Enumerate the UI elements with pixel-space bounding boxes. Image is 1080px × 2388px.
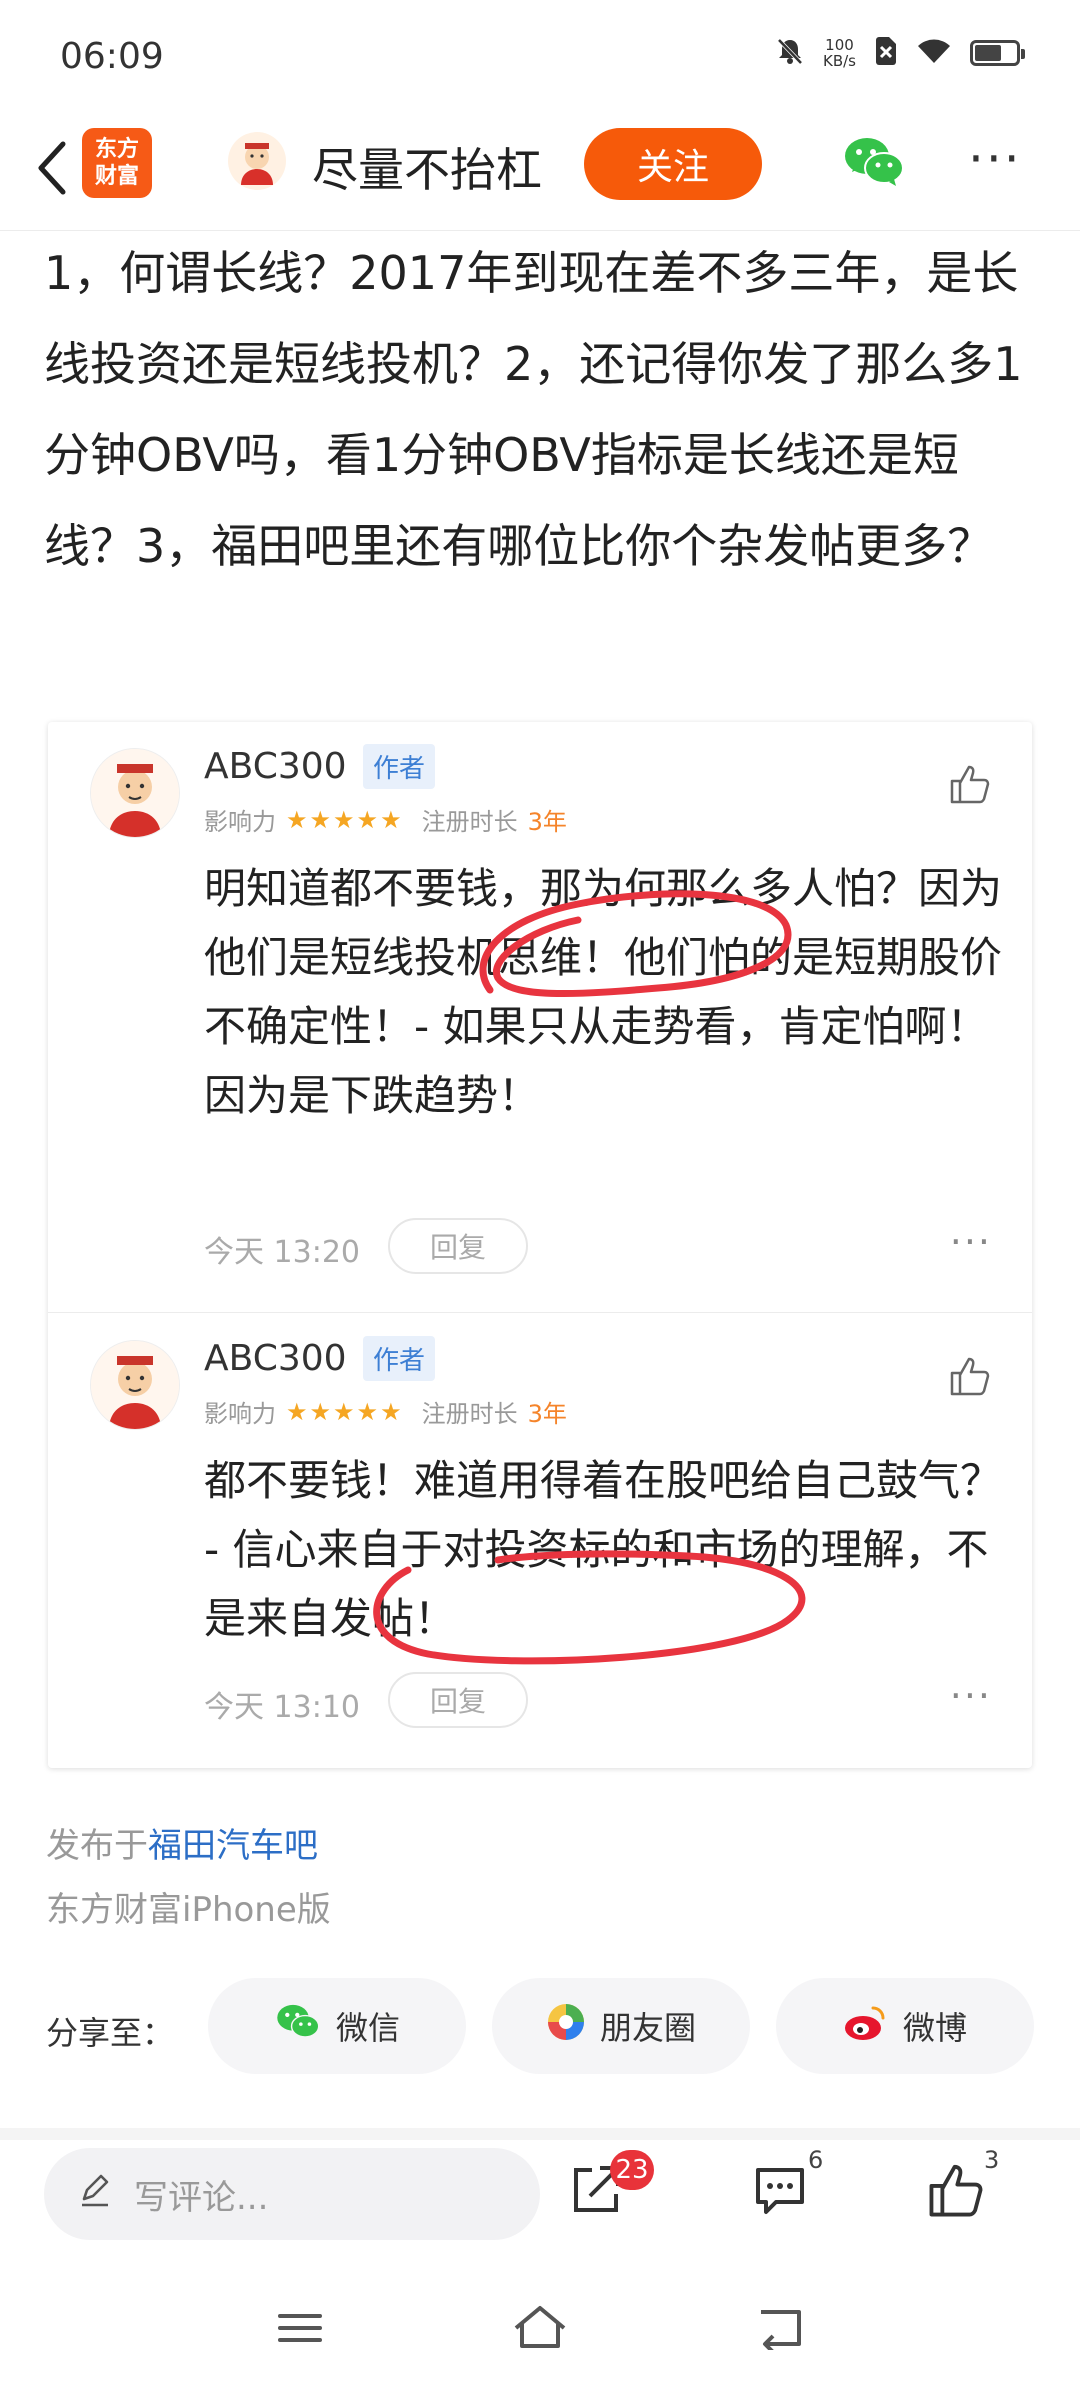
share-wechat-button[interactable]: 微信 bbox=[208, 1978, 466, 2074]
avatar[interactable] bbox=[90, 748, 180, 838]
author-badge: 作者 bbox=[363, 1336, 436, 1381]
follow-button[interactable]: 关注 bbox=[584, 128, 762, 200]
menu-nav-button[interactable] bbox=[260, 2290, 340, 2370]
comment-text: 都不要钱！难道用得着在股吧给自己鼓气？ - 信心来自于对投资标的和市场的理解，不… bbox=[204, 1456, 1003, 1643]
comment-count: 6 bbox=[808, 2146, 824, 2174]
divider bbox=[0, 2128, 1080, 2140]
mute-bell-icon bbox=[775, 36, 805, 70]
bottom-action-bar: 写评论... 23 6 3 bbox=[0, 2140, 1080, 2252]
comment-more-icon[interactable]: ··· bbox=[950, 1674, 992, 1718]
commenter-name[interactable]: ABC300 bbox=[204, 746, 347, 787]
reply-button[interactable]: 回复 bbox=[388, 1672, 528, 1728]
back-icon bbox=[755, 2306, 805, 2354]
forward-button[interactable]: 23 bbox=[566, 2150, 654, 2232]
influence-stars: ★★★★★ bbox=[286, 805, 404, 834]
reg-value: 3年 bbox=[527, 808, 567, 836]
client-info: 东方财富iPhone版 bbox=[46, 1890, 331, 1930]
battery-icon bbox=[970, 40, 1025, 66]
app-logo[interactable]: 东方 财富 bbox=[82, 128, 152, 198]
forward-count-badge: 23 bbox=[610, 2150, 654, 2190]
commenter-meta: 影响力 ★★★★★ 注册时长 3年 bbox=[204, 1394, 567, 1429]
author-badge: 作者 bbox=[363, 744, 436, 789]
comment-text: 明知道都不要钱，那为何那么多人怕？因为他们是短线投机思维！他们怕的是短期股价不确… bbox=[204, 864, 1003, 1120]
home-icon bbox=[512, 2304, 568, 2356]
more-icon[interactable]: ··· bbox=[968, 130, 1022, 188]
quoted-comment: ABC300 作者 影响力 ★★★★★ 注册时长 3年 都不要钱！难道用得着在股… bbox=[48, 1314, 1032, 1768]
influence-label: 影响力 bbox=[204, 1400, 276, 1428]
quoted-comment: ABC300 作者 影响力 ★★★★★ 注册时长 3年 明知道都不要钱，那为何那… bbox=[48, 722, 1032, 1313]
post-body: 1，何谓长线？2017年到现在差不多三年，是长线投资还是短线投机？2，还记得你发… bbox=[44, 246, 1023, 573]
back-nav-button[interactable] bbox=[740, 2290, 820, 2370]
influence-stars: ★★★★★ bbox=[286, 1397, 404, 1426]
status-bar: 06:09 100 KB/s bbox=[0, 0, 1080, 110]
board-link[interactable]: 福田汽车吧 bbox=[148, 1826, 318, 1866]
like-button[interactable]: 3 bbox=[926, 2146, 999, 2232]
username[interactable]: 尽量不抬杠 bbox=[312, 134, 542, 200]
status-icons: 100 KB/s bbox=[775, 36, 1025, 70]
commenter-name[interactable]: ABC300 bbox=[204, 1338, 347, 1379]
thumbs-up-icon bbox=[926, 2164, 986, 2224]
quoted-comments-card: ABC300 作者 影响力 ★★★★★ 注册时长 3年 明知道都不要钱，那为何那… bbox=[48, 722, 1032, 1768]
post-header: 东方 财富 尽量不抬杠 关注 ··· bbox=[0, 110, 1080, 231]
thumbs-up-icon[interactable] bbox=[948, 1354, 992, 1402]
comment-time: 今天 13:20 bbox=[204, 1235, 360, 1270]
moments-icon bbox=[546, 2002, 586, 2050]
reg-label: 注册时长 bbox=[421, 808, 518, 836]
network-speed: 100 KB/s bbox=[823, 36, 856, 70]
back-button[interactable] bbox=[22, 130, 82, 210]
share-weibo-button[interactable]: 微博 bbox=[776, 1978, 1034, 2074]
like-count: 3 bbox=[984, 2146, 1000, 2174]
back-arrow-icon bbox=[35, 138, 69, 202]
influence-label: 影响力 bbox=[204, 808, 276, 836]
publish-info: 发布于福田汽车吧 bbox=[46, 1826, 318, 1866]
comment-time: 今天 13:10 bbox=[204, 1690, 360, 1725]
commenter-meta: 影响力 ★★★★★ 注册时长 3年 bbox=[204, 802, 567, 837]
home-nav-button[interactable] bbox=[500, 2290, 580, 2370]
weibo-icon bbox=[843, 2002, 889, 2050]
avatar[interactable] bbox=[228, 132, 286, 190]
comments-button[interactable]: 6 bbox=[750, 2146, 823, 2232]
wechat-icon bbox=[274, 2002, 322, 2050]
wechat-icon[interactable] bbox=[842, 134, 906, 194]
avatar[interactable] bbox=[90, 1340, 180, 1430]
wifi-icon bbox=[916, 37, 952, 69]
comment-placeholder: 写评论... bbox=[134, 2177, 269, 2218]
comment-more-icon[interactable]: ··· bbox=[950, 1220, 992, 1264]
share-label: 分享至： bbox=[46, 2014, 175, 2052]
menu-icon bbox=[276, 2308, 324, 2352]
share-moments-button[interactable]: 朋友圈 bbox=[492, 1978, 750, 2074]
reply-button[interactable]: 回复 bbox=[388, 1218, 528, 1274]
share-arrow-icon bbox=[566, 2166, 626, 2224]
thumbs-up-icon[interactable] bbox=[948, 762, 992, 810]
sim-off-icon bbox=[874, 36, 898, 70]
comment-input[interactable]: 写评论... bbox=[44, 2148, 540, 2240]
reg-label: 注册时长 bbox=[421, 1400, 518, 1428]
pencil-icon bbox=[78, 2173, 112, 2216]
status-time: 06:09 bbox=[60, 36, 164, 77]
comment-bubble-icon bbox=[750, 2168, 810, 2224]
system-nav-bar bbox=[0, 2270, 1080, 2388]
reg-value: 3年 bbox=[527, 1400, 567, 1428]
